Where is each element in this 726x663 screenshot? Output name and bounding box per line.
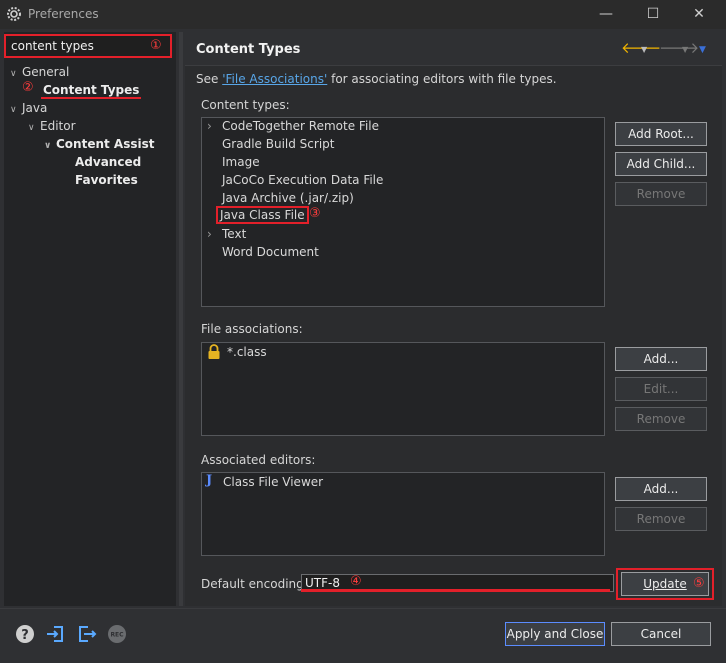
- content-type-item[interactable]: Gradle Build Script: [222, 135, 334, 153]
- expand-chevron-icon[interactable]: ∨: [28, 119, 40, 137]
- preferences-gear-icon: [7, 7, 21, 21]
- window-title: Preferences: [28, 7, 99, 21]
- forward-arrow-icon[interactable]: 🡒: [659, 40, 699, 56]
- tree-item-content-assist[interactable]: ∨ Content Assist: [44, 135, 155, 153]
- expand-chevron-icon[interactable]: ∨: [44, 137, 56, 155]
- badge-4: ④: [350, 574, 362, 589]
- add-file-association-button[interactable]: Add...: [615, 347, 707, 371]
- tree-item-java[interactable]: ∨ Java: [10, 99, 47, 117]
- default-encoding-label: Default encoding:: [201, 577, 308, 591]
- add-root-button[interactable]: Add Root...: [615, 122, 707, 146]
- expand-chevron-icon[interactable]: ∨: [10, 101, 22, 119]
- edit-file-association-button[interactable]: Edit...: [615, 377, 707, 401]
- back-dropdown-icon[interactable]: ▼: [641, 42, 647, 58]
- badge-5: ⑤: [693, 576, 705, 591]
- tree-item-content-types[interactable]: Content Types: [41, 81, 142, 99]
- java-editor-icon: J: [206, 473, 213, 488]
- close-button[interactable]: ✕: [684, 4, 714, 24]
- lock-icon: [208, 344, 220, 359]
- file-association-item[interactable]: *.class: [227, 343, 267, 361]
- cancel-button[interactable]: Cancel: [611, 622, 711, 646]
- apply-and-close-button[interactable]: Apply and Close: [505, 622, 605, 646]
- add-child-button[interactable]: Add Child...: [615, 152, 707, 176]
- associated-editors-label: Associated editors:: [201, 453, 316, 467]
- forward-dropdown-icon[interactable]: ▼: [682, 42, 688, 58]
- associated-editor-item[interactable]: Class File Viewer: [223, 473, 323, 491]
- record-macro-icon[interactable]: REC: [107, 624, 127, 644]
- see-file-associations-text: See 'File Associations' for associating …: [196, 72, 557, 86]
- tree-item-advanced[interactable]: Advanced: [75, 153, 141, 171]
- content-type-item[interactable]: CodeTogether Remote File: [222, 117, 379, 135]
- expand-chevron-icon[interactable]: ›: [207, 119, 212, 133]
- page-title: Content Types: [196, 42, 301, 57]
- rec-label: REC: [110, 632, 124, 639]
- remove-content-type-button[interactable]: Remove: [615, 182, 707, 206]
- content-type-item[interactable]: Java Archive (.jar/.zip): [222, 189, 354, 207]
- tree-item-general[interactable]: ∨ General: [10, 63, 69, 81]
- content-type-item[interactable]: JaCoCo Execution Data File: [222, 171, 383, 189]
- file-associations-link[interactable]: 'File Associations': [222, 72, 327, 86]
- content-type-item[interactable]: Text: [222, 225, 246, 243]
- content-types-label: Content types:: [201, 98, 290, 112]
- help-icon[interactable]: ?: [15, 624, 35, 644]
- svg-text:?: ?: [21, 628, 29, 643]
- file-associations-label: File associations:: [201, 322, 303, 336]
- remove-file-association-button[interactable]: Remove: [615, 407, 707, 431]
- encoding-highlight: [301, 589, 610, 592]
- remove-editor-button[interactable]: Remove: [615, 507, 707, 531]
- filter-input[interactable]: [4, 34, 172, 58]
- maximize-button[interactable]: ☐: [638, 4, 668, 24]
- badge-3: ③: [309, 206, 321, 221]
- expand-chevron-icon[interactable]: ∨: [10, 65, 22, 83]
- badge-2: ②: [22, 80, 34, 95]
- expand-chevron-icon[interactable]: ›: [207, 227, 212, 241]
- badge-1: ①: [150, 38, 162, 53]
- tree-item-favorites[interactable]: Favorites: [75, 171, 138, 189]
- content-type-item[interactable]: Word Document: [222, 243, 319, 261]
- add-editor-button[interactable]: Add...: [615, 477, 707, 501]
- content-type-item[interactable]: Image: [222, 153, 260, 171]
- view-menu-icon[interactable]: ▼: [699, 42, 706, 58]
- minimize-button[interactable]: —: [591, 4, 621, 24]
- tree-item-editor[interactable]: ∨ Editor: [28, 117, 76, 135]
- import-icon[interactable]: [45, 624, 65, 644]
- content-type-item-selected[interactable]: Java Class File: [216, 206, 309, 226]
- pane-splitter[interactable]: [179, 32, 183, 606]
- export-icon[interactable]: [77, 624, 97, 644]
